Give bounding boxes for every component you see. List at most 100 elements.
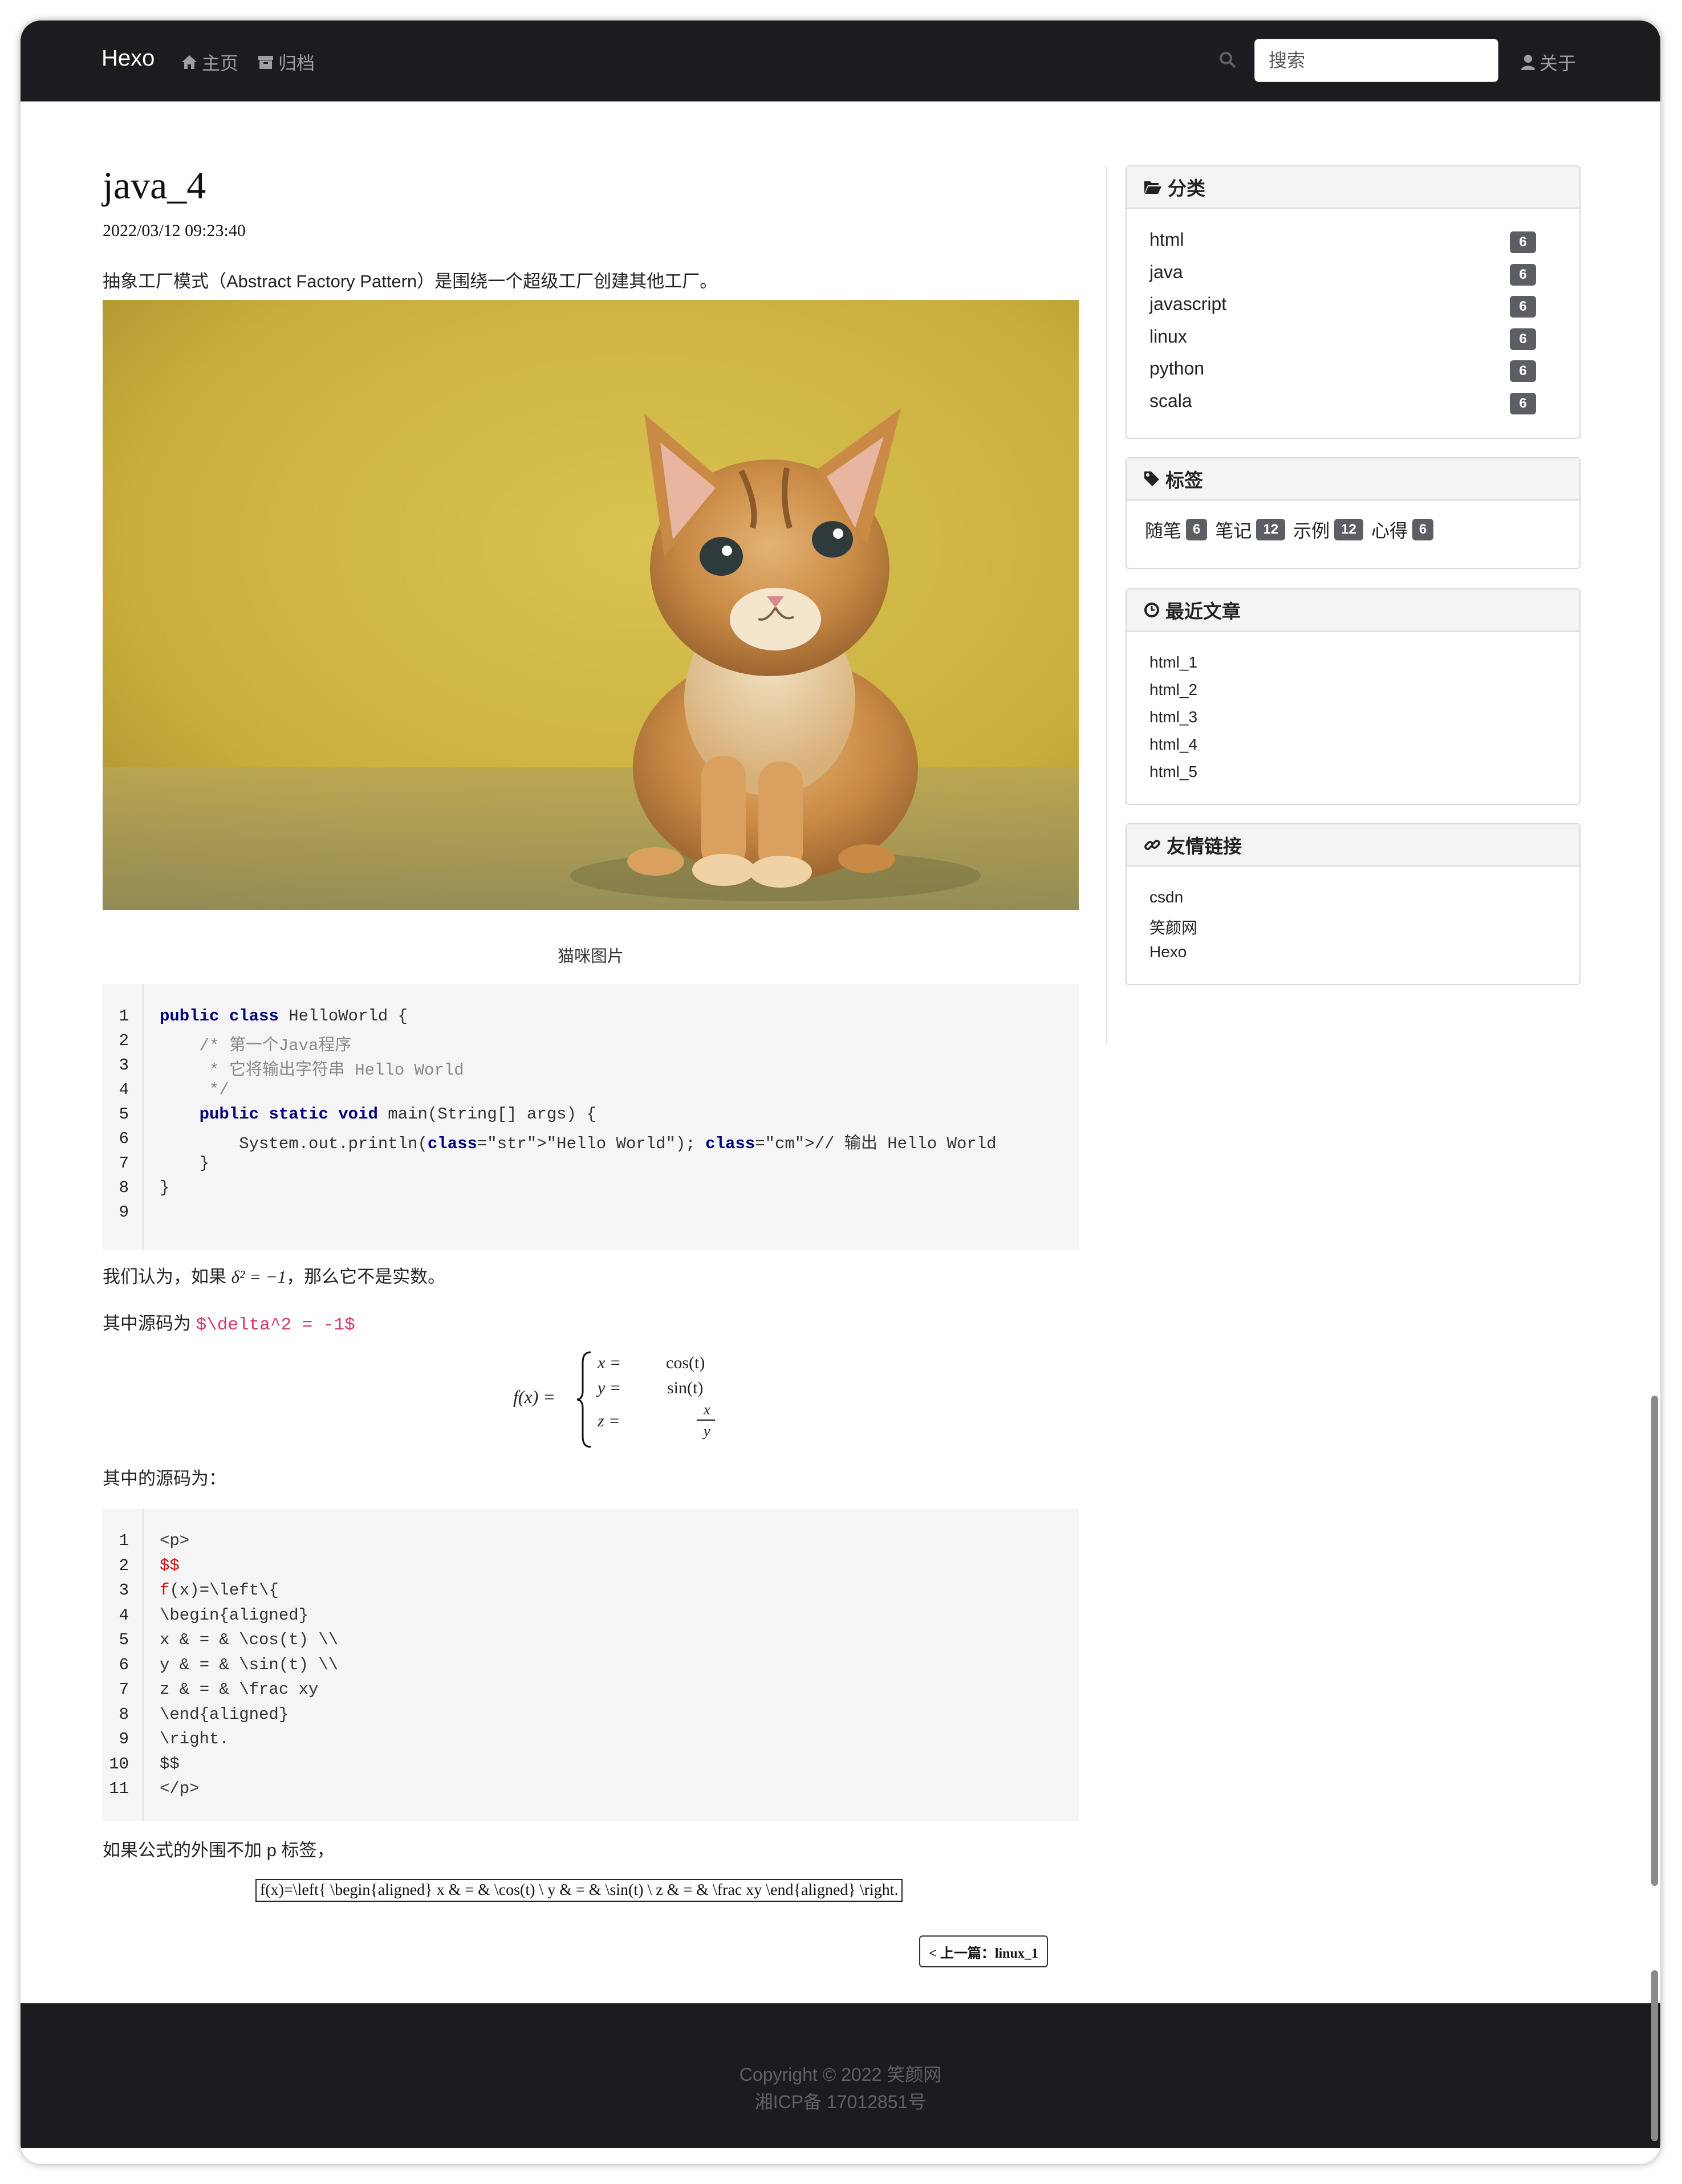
code-line: x & = & \cos(t) \\ xyxy=(160,1630,339,1649)
article-date: 2022/03/12 09:23:40 xyxy=(103,221,246,240)
code-line-number: 2 xyxy=(119,1031,129,1050)
friend-links-title: 友情链接 xyxy=(1167,836,1242,857)
browser-page: Hexo 主页 归档 关于 java_4 2022/03/12 09:23:40… xyxy=(21,21,1660,2164)
friend-link[interactable]: csdn xyxy=(1149,888,1183,906)
paragraph-no-p: 如果公式的外围不加 p 标签， xyxy=(103,1840,335,1860)
category-link[interactable]: scala xyxy=(1149,391,1192,412)
search-input[interactable] xyxy=(1254,39,1498,82)
tags-title: 标签 xyxy=(1165,470,1203,491)
friend-link[interactable]: Hexo xyxy=(1149,943,1187,961)
tag-link[interactable]: 笔记 xyxy=(1215,516,1252,543)
category-count-badge: 6 xyxy=(1510,360,1536,382)
recent-post-link[interactable]: html_4 xyxy=(1149,735,1197,754)
formula-row-y-var: y = xyxy=(598,1378,621,1397)
code-line-number: 6 xyxy=(119,1129,129,1148)
code-line-number: 11 xyxy=(109,1779,129,1798)
tag-link[interactable]: 示例 xyxy=(1293,516,1330,543)
nav-about-label: 关于 xyxy=(1539,53,1577,74)
left-brace xyxy=(576,1351,591,1448)
recent-post-link[interactable]: html_1 xyxy=(1149,653,1197,672)
category-link[interactable]: python xyxy=(1149,358,1204,379)
formula-row-y-rhs: sin(t) xyxy=(667,1378,704,1397)
scrollbar-thumb[interactable] xyxy=(1651,1396,1658,1886)
code-line: System.out.println(class="str">"Hello Wo… xyxy=(160,1134,997,1153)
formula-frac-den: y xyxy=(704,1423,710,1439)
code-line-number: 3 xyxy=(119,1581,129,1600)
category-link[interactable]: html xyxy=(1149,229,1184,250)
code-line: public class HelloWorld { xyxy=(160,1007,408,1026)
recent-post-link[interactable]: html_2 xyxy=(1149,681,1197,699)
recent-post-link[interactable]: html_5 xyxy=(1149,763,1197,781)
code-line: </p> xyxy=(160,1779,200,1798)
nav-archive-link[interactable]: 归档 xyxy=(258,49,315,75)
code-line-number: 2 xyxy=(119,1556,129,1575)
nav-home-link[interactable]: 主页 xyxy=(181,49,238,75)
tag-link[interactable]: 随笔 xyxy=(1145,516,1181,543)
article-intro: 抽象工厂模式（Abstract Factory Pattern）是围绕一个超级工… xyxy=(103,271,718,291)
nav-home-label: 主页 xyxy=(202,53,239,74)
friend-link[interactable]: 笑颜网 xyxy=(1149,916,1197,938)
user-icon xyxy=(1521,55,1535,70)
category-link[interactable]: javascript xyxy=(1149,294,1226,315)
code-line: */ xyxy=(160,1080,229,1099)
page-footer: Copyright © 2022 笑颜网 湘ICP备 17012851号 xyxy=(21,2003,1660,2148)
scrollbar-thumb-secondary[interactable] xyxy=(1651,1970,1658,2141)
prev-post-link[interactable]: < 上一篇：linux_1 xyxy=(919,1935,1048,1967)
link-icon xyxy=(1144,840,1160,850)
code-line: y & = & \sin(t) \\ xyxy=(160,1655,339,1674)
code-line: $$ xyxy=(160,1556,180,1575)
code-line-number: 8 xyxy=(119,1705,129,1724)
paragraph-delta: 我们认为，如果 δ² = −1，那么它不是实数。 xyxy=(103,1262,445,1288)
paragraph-source2: 其中的源码为： xyxy=(103,1469,226,1488)
formula-frac-bar xyxy=(697,1420,715,1421)
code-line-number: 1 xyxy=(119,1007,129,1026)
category-link[interactable]: java xyxy=(1149,262,1183,283)
paragraph-source-prefix: 其中源码为 xyxy=(103,1313,196,1333)
code-line-number: 8 xyxy=(119,1178,129,1197)
raw-formula-box: f(x)=\left{ \begin{aligned} x & = & \cos… xyxy=(255,1879,903,1902)
nav-archive-label: 归档 xyxy=(278,53,315,74)
code-line: \begin{aligned} xyxy=(160,1605,309,1625)
nav-about-link[interactable]: 关于 xyxy=(1521,49,1576,75)
article-title: java_4 xyxy=(103,164,206,207)
clock-icon xyxy=(1144,603,1159,617)
code-line-number: 9 xyxy=(119,1203,129,1222)
category-count-badge: 6 xyxy=(1510,231,1536,253)
category-count-badge: 6 xyxy=(1510,263,1536,286)
friend-links-panel: 友情链接 csdn 笑颜网 Hexo xyxy=(1126,823,1581,985)
sidebar-divider xyxy=(1106,166,1107,1044)
formula-row-z-var: z = xyxy=(598,1412,620,1430)
tag-count-badge: 12 xyxy=(1256,519,1286,540)
search-icon[interactable] xyxy=(1219,51,1236,68)
recent-posts-title: 最近文章 xyxy=(1165,601,1241,622)
code-line: public static void main(String[] args) { xyxy=(199,1105,596,1124)
category-count-badge: 6 xyxy=(1510,328,1536,350)
tag-link[interactable]: 心得 xyxy=(1371,516,1408,543)
folder-open-icon xyxy=(1144,181,1161,194)
category-link[interactable]: linux xyxy=(1149,326,1187,347)
code-line-number: 7 xyxy=(119,1154,129,1173)
code-line-number: 9 xyxy=(119,1730,129,1748)
code-line-number: 6 xyxy=(119,1655,129,1674)
footer-icp[interactable]: 湘ICP备 17012851号 xyxy=(21,2088,1660,2114)
brand-logo-link[interactable]: Hexo xyxy=(101,46,155,71)
categories-panel: 分类 html 6 java 6 javascript 6 linux 6 python 6 sca… xyxy=(1126,165,1581,439)
tags-panel: 标签 随笔 6 笔记 12 示例 12 心得 6 xyxy=(1126,457,1581,569)
formula-row-x-rhs: cos(t) xyxy=(666,1353,705,1372)
categories-header: 分类 xyxy=(1127,166,1579,209)
tag-count-badge: 12 xyxy=(1334,519,1363,540)
code-line-number: 4 xyxy=(119,1605,129,1625)
tag-count-badge: 6 xyxy=(1186,519,1208,540)
image-caption: 猫咪图片 xyxy=(557,947,624,966)
code-line: $$ xyxy=(160,1754,180,1774)
code-block-java: 1 public class HelloWorld {2 /* 第一个Java程序… xyxy=(103,984,1079,1250)
recent-post-link[interactable]: html_3 xyxy=(1149,708,1197,726)
code-line-number: 5 xyxy=(119,1630,129,1649)
paragraph-source: 其中源码为 $\delta^2 = -1$ xyxy=(103,1309,355,1335)
code-line: f(x)=\left\{ xyxy=(160,1581,279,1600)
paragraph-delta-prefix: 我们认为，如果 xyxy=(103,1267,231,1287)
code-line-number: 4 xyxy=(119,1080,129,1099)
categories-title: 分类 xyxy=(1168,178,1205,199)
category-count-badge: 6 xyxy=(1510,296,1536,318)
home-icon xyxy=(182,55,197,69)
